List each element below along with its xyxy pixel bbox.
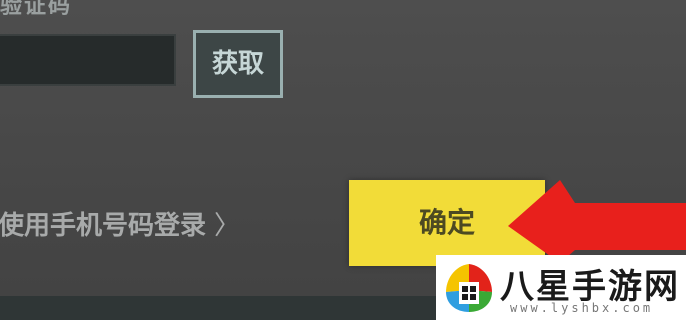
site-logo-icon [444,262,494,314]
watermark: 八星手游网 www.lyshbx.com [436,255,686,320]
arrow-shape [508,180,686,263]
watermark-url: www.lyshbx.com [510,301,654,315]
